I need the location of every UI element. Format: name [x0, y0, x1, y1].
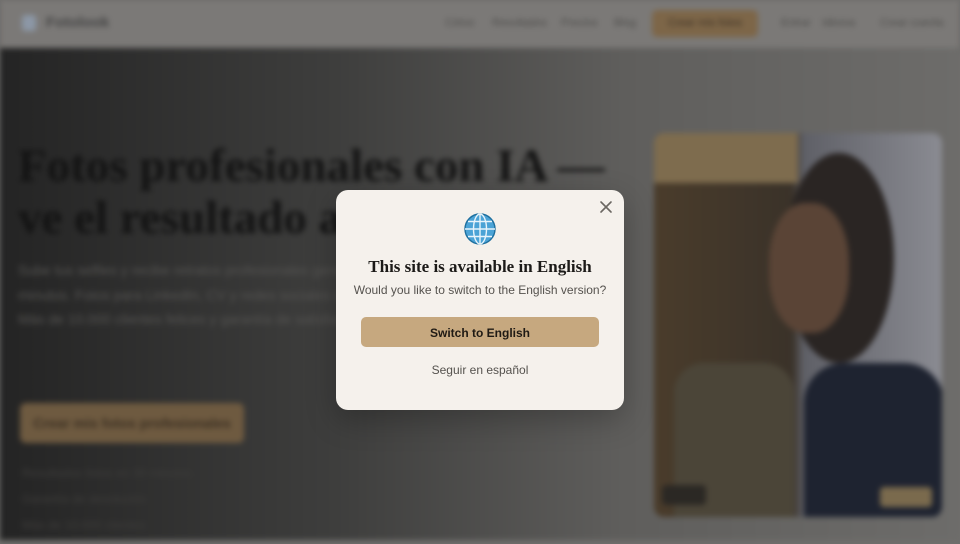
nav-item: Idioma [822, 17, 856, 29]
nav-item: Crear cuenta [880, 17, 944, 29]
bullet-item: Garantía de devolución [22, 492, 147, 506]
site-header: Fotolook Cómo Resultados Precios Blog Cr… [0, 0, 960, 48]
nav-item: Blog [614, 17, 637, 29]
stay-in-spanish-link[interactable]: Seguir en español [336, 362, 624, 378]
bullet-item: Resultados listos en 30 minutos [22, 466, 192, 480]
bullet-item: Más de 10.000 clientes [22, 518, 146, 532]
photo-label-after [880, 487, 932, 507]
switch-to-english-button[interactable]: Switch to English [361, 317, 599, 347]
nav-cta-button: Crear mis fotos [652, 10, 758, 37]
nav-item: Precios [561, 17, 598, 29]
site-logo: Fotolook [46, 14, 110, 31]
photo-band [654, 133, 798, 183]
nav-item: Entrar [781, 17, 811, 29]
modal-title: This site is available in English [368, 257, 592, 276]
hero-cta-button: Crear mis fotos profesionales [20, 403, 244, 443]
nav-item: Resultados [492, 17, 548, 29]
photo-label-before [662, 485, 706, 505]
nav-item: Cómo [445, 17, 475, 29]
hero-photo [654, 133, 942, 517]
logo-icon [22, 15, 36, 31]
modal-subtitle: Would you like to switch to the English … [353, 283, 607, 297]
hero-bullets: Resultados listos en 30 minutos Garantía… [22, 466, 191, 544]
globe-icon [464, 213, 496, 245]
close-icon[interactable] [598, 199, 614, 215]
language-modal: This site is available in English Would … [336, 190, 624, 410]
photo-face [769, 203, 849, 333]
hero-title-line: Fotos profesionales con IA — [18, 140, 605, 192]
